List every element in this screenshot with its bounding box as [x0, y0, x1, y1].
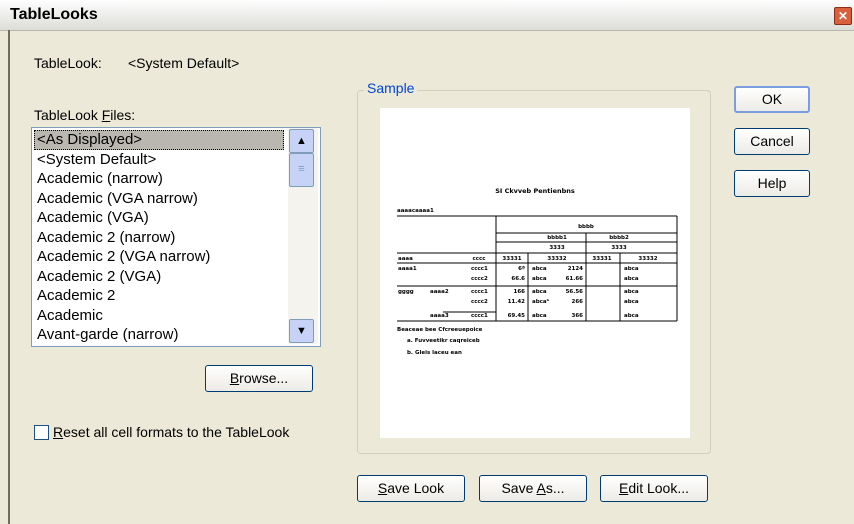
sample-text: cccc [472, 256, 485, 262]
sample-text: cccc2 [471, 276, 488, 282]
sample-text: gggg [398, 289, 414, 295]
list-item[interactable]: <As Displayed> [34, 130, 284, 150]
sample-text: a. Fuvveetikr caqreiceb [407, 338, 480, 344]
sample-text: Beaceae bee Cfcreeuepoice [397, 327, 483, 333]
sample-text: 33331 [592, 256, 611, 262]
edit-look-rest: dit Look... [628, 480, 690, 496]
window-title: TableLooks [10, 6, 98, 23]
sample-label: Sample [364, 80, 418, 96]
sample-text: cccc2 [471, 299, 488, 305]
browse-button-rest: rowse... [239, 370, 289, 386]
sample-text: aaaa1 [398, 266, 417, 272]
scroll-down-icon[interactable]: ▼ [289, 319, 314, 343]
tablelook-files-label: TableLook Files: [34, 107, 135, 123]
sample-text: bbbb1 [547, 235, 567, 241]
sample-text: cccc1 [471, 266, 488, 272]
sample-text: 33332 [547, 256, 566, 262]
list-item[interactable]: Academic 2 (VGA narrow) [34, 247, 284, 267]
list-item[interactable]: <System Default> [34, 150, 284, 170]
cancel-button[interactable]: Cancel [734, 128, 810, 155]
sample-text: 3333 [549, 245, 564, 251]
browse-button[interactable]: Browse... [205, 365, 313, 392]
edit-look-key: E [618, 480, 629, 496]
save-look-key: S [377, 480, 388, 496]
tablelook-label: TableLook: [34, 55, 102, 71]
files-label-rest: iles: [110, 107, 136, 123]
close-icon[interactable]: ✕ [834, 7, 852, 25]
sample-text: 33332 [638, 256, 657, 262]
sample-text: abca [624, 276, 639, 282]
tablelook-files-listbox[interactable]: <As Displayed> <System Default> Academic (… [31, 127, 321, 347]
list-item[interactable]: Academic 2 (VGA) [34, 267, 284, 287]
sample-text: aaaa [398, 256, 413, 262]
tablelook-value: <System Default> [128, 55, 240, 71]
sample-text: aaaa3 [430, 313, 449, 319]
save-as-rest: s... [545, 480, 565, 496]
sample-text: abca [532, 289, 547, 295]
edit-look-button[interactable]: Edit Look... [600, 475, 708, 502]
ok-button[interactable]: OK [734, 86, 810, 113]
sample-text: 266 [572, 299, 584, 305]
reset-label[interactable]: Reset all cell formats to the TableLook [53, 424, 289, 440]
sample-text: 3333 [611, 245, 626, 251]
sample-text: 61.66 [566, 276, 584, 282]
sample-text: aaaacaaaa1 [397, 208, 434, 214]
sample-text: 2124 [568, 266, 583, 272]
save-as-button[interactable]: Save As... [479, 475, 587, 502]
sample-text: abca [624, 299, 639, 305]
sample-text: b. Gleis laceu ean [407, 350, 462, 356]
tablelook-files-items: <As Displayed> <System Default> Academic (… [34, 130, 284, 345]
sample-text: 166 [514, 289, 526, 295]
scroll-up-icon[interactable]: ▲ [289, 129, 314, 153]
sample-text: SI Ckvveb Pentienbns [495, 187, 575, 195]
reset-checkbox[interactable] [34, 425, 49, 440]
sample-table-preview: SI Ckvveb Pentienbns aaaacaaaa1 bbbb bbbb1 b… [397, 187, 678, 356]
listbox-scrollbar[interactable]: ▲ ≡ ▼ [288, 128, 318, 344]
sample-text: 6ª [518, 265, 525, 272]
list-item[interactable]: Academic (VGA narrow) [34, 189, 284, 209]
save-as-key: A [536, 480, 546, 496]
sample-text: bbbb2 [609, 235, 629, 241]
help-button[interactable]: Help [734, 170, 810, 197]
sample-text: bbbb [578, 224, 594, 230]
sample-text: 56.56 [566, 289, 584, 295]
sample-text: aaaa2 [430, 289, 449, 295]
sample-text: abca [624, 289, 639, 295]
files-label-key: F [101, 107, 111, 123]
sample-text: 69.45 [508, 313, 526, 319]
list-item[interactable]: Academic (narrow) [34, 169, 284, 189]
sample-text: 66.6 [511, 276, 525, 282]
window-left-border [8, 30, 10, 524]
sample-preview: SI Ckvveb Pentienbns aaaacaaaa1 bbbb bbbb1 b… [380, 108, 690, 438]
sample-text: 11.42 [508, 299, 526, 305]
sample-text: abca [532, 313, 547, 319]
title-bar: TableLooks ✕ [0, 0, 854, 31]
list-item[interactable]: Academic 2 (narrow) [34, 228, 284, 248]
list-item[interactable]: Avant-garde (narrow) [34, 325, 284, 345]
reset-label-key: R [53, 424, 64, 440]
sample-text: abca [532, 266, 547, 272]
list-item[interactable]: Academic 2 [34, 286, 284, 306]
sample-text: 33331 [502, 256, 521, 262]
reset-label-rest: eset all cell formats to the TableLook [63, 424, 290, 440]
save-look-button[interactable]: Save Look [357, 475, 465, 502]
sample-text: abca [624, 313, 639, 319]
save-as-pre: Save [501, 480, 537, 496]
save-look-rest: ave Look [387, 480, 445, 496]
browse-button-key: B [229, 370, 240, 386]
list-item[interactable]: Academic [34, 306, 284, 326]
list-item[interactable]: Academic (VGA) [34, 208, 284, 228]
sample-text: 366 [572, 313, 584, 319]
sample-text: cccc1 [471, 289, 488, 295]
sample-text: abca [532, 276, 547, 282]
sample-text: abca [624, 266, 639, 272]
sample-text: abcaᵇ [532, 298, 550, 305]
sample-text: cccc1 [471, 313, 488, 319]
files-label-prefix: TableLook [34, 107, 102, 123]
scroll-thumb[interactable]: ≡ [289, 153, 314, 187]
